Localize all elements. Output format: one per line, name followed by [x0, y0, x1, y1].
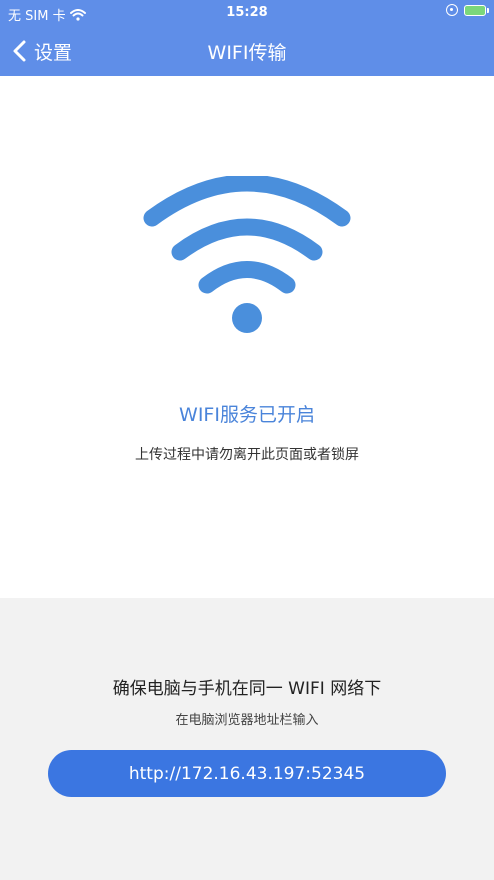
instructions-panel: 确保电脑与手机在同一 WIFI 网络下 在电脑浏览器地址栏输入 http://1… [0, 598, 494, 880]
url-label: http://172.16.43.197:52345 [128, 763, 366, 784]
url-button[interactable]: http://172.16.43.197:52345 [48, 750, 446, 797]
nav-bar: 设置 WIFI传输 [0, 26, 494, 76]
status-right [446, 4, 489, 16]
instruction-text: 在电脑浏览器地址栏输入 [175, 713, 319, 728]
same-network-text: 确保电脑与手机在同一 WIFI 网络下 [112, 679, 382, 699]
warning-text: 上传过程中请勿离开此页面或者锁屏 [135, 447, 359, 463]
battery-charging-icon [464, 4, 489, 16]
status-bar: 无 SIM 卡 15:28 [0, 0, 494, 26]
status-time: 15:28 [226, 5, 268, 20]
page-title: WIFI传输 [207, 42, 287, 64]
header: 无 SIM 卡 15:28 设置 WIFI传输 [0, 0, 494, 76]
orientation-lock-icon [446, 4, 458, 16]
wifi-icon [143, 176, 351, 333]
main-content: WIFI服务已开启 上传过程中请勿离开此页面或者锁屏 [0, 76, 494, 598]
service-status: WIFI服务已开启 [179, 404, 315, 426]
